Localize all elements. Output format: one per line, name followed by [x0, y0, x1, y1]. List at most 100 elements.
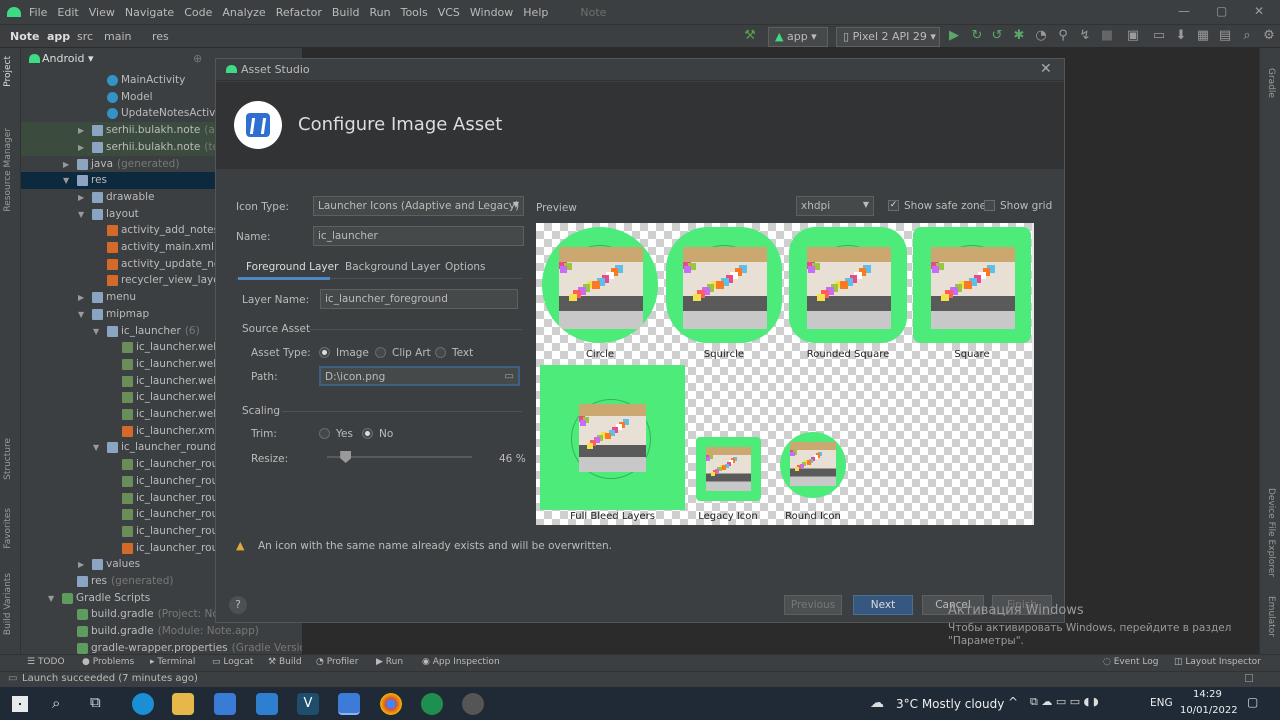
sdk-manager-icon[interactable]: ⬇	[1174, 29, 1188, 43]
breadcrumb-app[interactable]: app	[47, 30, 70, 43]
tab-build[interactable]: ⚒ Build	[268, 657, 302, 667]
expand-down-icon[interactable]: ▼	[78, 206, 84, 223]
tab-background-layer[interactable]: Background Layer	[345, 261, 440, 273]
expand-right-icon[interactable]: ▶	[78, 122, 84, 139]
settings-icon[interactable]: ⚙	[1262, 29, 1276, 43]
trim-no-radio[interactable]	[362, 428, 373, 439]
expand-down-icon[interactable]: ▼	[48, 590, 54, 607]
expand-right-icon[interactable]: ▶	[78, 556, 84, 573]
minimize-icon[interactable]: —	[1178, 4, 1190, 18]
notifications-icon[interactable]: ☐	[1244, 672, 1254, 685]
tab-profiler[interactable]: ◔ Profiler	[316, 657, 358, 667]
dialog-close-icon[interactable]: ✕	[1040, 61, 1052, 77]
language-indicator[interactable]: ENG	[1150, 697, 1173, 709]
preview-scrollbar[interactable]	[1032, 223, 1034, 525]
tab-run[interactable]: ▶ Run	[376, 657, 403, 667]
tab-layout-inspector[interactable]: ◫ Layout Inspector	[1174, 657, 1261, 667]
project-tool-tab[interactable]: Project	[3, 56, 13, 87]
menu-file[interactable]: File	[29, 6, 47, 19]
android-studio-taskbar-icon[interactable]	[338, 693, 360, 715]
tab-options[interactable]: Options	[445, 261, 486, 273]
tree-row[interactable]: build.gradle (Module: Note.app)	[21, 623, 302, 640]
asset-type-image-radio[interactable]	[319, 347, 330, 358]
clock-date[interactable]: 10/01/2022	[1180, 705, 1238, 716]
apply-changes-icon[interactable]: ↻	[970, 29, 984, 43]
notification-center-icon[interactable]: ▢	[1247, 695, 1258, 709]
project-view-selector[interactable]: Android ▾	[42, 52, 94, 65]
breadcrumb-project[interactable]: Note	[10, 30, 39, 43]
apply-code-icon[interactable]: ↺	[990, 29, 1004, 43]
search-icon[interactable]: ⌕	[1240, 29, 1254, 43]
rerun-icon[interactable]: ↯	[1078, 29, 1092, 43]
project-structure-icon[interactable]: ▤	[1218, 29, 1232, 43]
show-safe-zone-checkbox[interactable]: ✓	[888, 200, 899, 211]
show-grid-checkbox[interactable]	[984, 200, 995, 211]
debug-icon[interactable]: ✱	[1012, 29, 1026, 43]
profile-icon[interactable]: ◔	[1034, 29, 1048, 43]
device-selector[interactable]: ▯ Pixel 2 API 29 ▾	[836, 27, 940, 47]
task-view-icon[interactable]: ⧉	[90, 693, 101, 711]
menu-edit[interactable]: Edit	[57, 6, 78, 19]
device-file-explorer-tool-tab[interactable]: Device File Explorer	[1266, 488, 1276, 577]
expand-down-icon[interactable]: ▼	[93, 439, 99, 456]
expand-down-icon[interactable]: ▼	[93, 323, 99, 340]
tray-chevron-icon[interactable]: ^	[1008, 695, 1018, 709]
next-button[interactable]: Next	[853, 595, 913, 615]
menu-navigate[interactable]: Navigate	[125, 6, 174, 19]
stop-icon[interactable]: ■	[1100, 29, 1114, 43]
mail-icon[interactable]	[256, 693, 278, 715]
resize-slider[interactable]	[327, 451, 472, 463]
previous-button[interactable]: Previous	[784, 595, 842, 615]
menu-refactor[interactable]: Refactor	[276, 6, 322, 19]
tab-terminal[interactable]: ▸ Terminal	[150, 657, 195, 667]
avd-icon[interactable]: ▦	[1196, 29, 1210, 43]
path-field[interactable]: D:\icon.png ▭	[319, 366, 520, 386]
search-icon[interactable]: ⌕	[52, 694, 60, 712]
menu-tools[interactable]: Tools	[401, 6, 428, 19]
breadcrumb-res[interactable]: res	[152, 30, 169, 43]
menu-window[interactable]: Window	[470, 6, 513, 19]
menu-run[interactable]: Run	[370, 6, 391, 19]
asset-type-clipart-radio[interactable]	[375, 347, 386, 358]
obs-icon[interactable]	[462, 693, 484, 715]
attach-debugger-icon[interactable]: ⚲	[1056, 29, 1070, 43]
folder-icon[interactable]: ▭	[504, 370, 514, 382]
tab-foreground-layer[interactable]: Foreground Layer	[246, 261, 338, 273]
expand-right-icon[interactable]: ▶	[78, 139, 84, 156]
module-selector[interactable]: ▲ app ▾	[768, 27, 828, 47]
name-field[interactable]: ic_launcher	[313, 226, 524, 246]
tray-icons[interactable]: ⧉ ☁ ▭ ▭ ◖ ◗	[1030, 695, 1099, 709]
breadcrumb-main[interactable]: main	[104, 30, 131, 43]
maximize-icon[interactable]: ▢	[1216, 4, 1227, 18]
asset-type-text-radio[interactable]	[435, 347, 446, 358]
help-button[interactable]: ?	[229, 596, 247, 614]
menu-code[interactable]: Code	[184, 6, 212, 19]
tab-event-log[interactable]: ◌ Event Log	[1103, 657, 1158, 667]
close-window-icon[interactable]: ✕	[1254, 4, 1264, 18]
tab-problems[interactable]: ● Problems	[82, 657, 134, 667]
edge-icon[interactable]	[132, 693, 154, 715]
expand-right-icon[interactable]: ▶	[63, 156, 69, 173]
sync-project-icon[interactable]: ▣	[1126, 29, 1140, 43]
windows-start-icon[interactable]	[12, 696, 28, 712]
weather-text[interactable]: 3°C Mostly cloudy	[896, 697, 1004, 711]
structure-tool-tab[interactable]: Structure	[3, 438, 13, 480]
menu-view[interactable]: View	[89, 6, 115, 19]
gradle-tool-tab[interactable]: Gradle	[1266, 68, 1276, 98]
expand-down-icon[interactable]: ▼	[63, 172, 69, 189]
menu-vcs[interactable]: VCS	[438, 6, 460, 19]
density-dropdown[interactable]: xhdpi ▼	[796, 196, 874, 216]
favorites-tool-tab[interactable]: Favorites	[3, 508, 13, 549]
store-icon[interactable]	[214, 693, 236, 715]
tree-row[interactable]: gradle-wrapper.properties(Gradle Version…	[21, 640, 302, 654]
hammer-icon[interactable]: ⚒	[743, 29, 757, 43]
collapse-icon[interactable]: ⊕	[193, 52, 202, 65]
device-manager-icon[interactable]: ▭	[1152, 29, 1166, 43]
icon-type-dropdown[interactable]: Launcher Icons (Adaptive and Legacy) ▼	[313, 196, 524, 216]
menu-build[interactable]: Build	[332, 6, 360, 19]
menu-help[interactable]: Help	[523, 6, 548, 19]
emulator-tool-tab[interactable]: Emulator	[1266, 596, 1276, 637]
expand-right-icon[interactable]: ▶	[78, 189, 84, 206]
resource-manager-tool-tab[interactable]: Resource Manager	[3, 128, 13, 212]
trim-yes-radio[interactable]	[319, 428, 330, 439]
